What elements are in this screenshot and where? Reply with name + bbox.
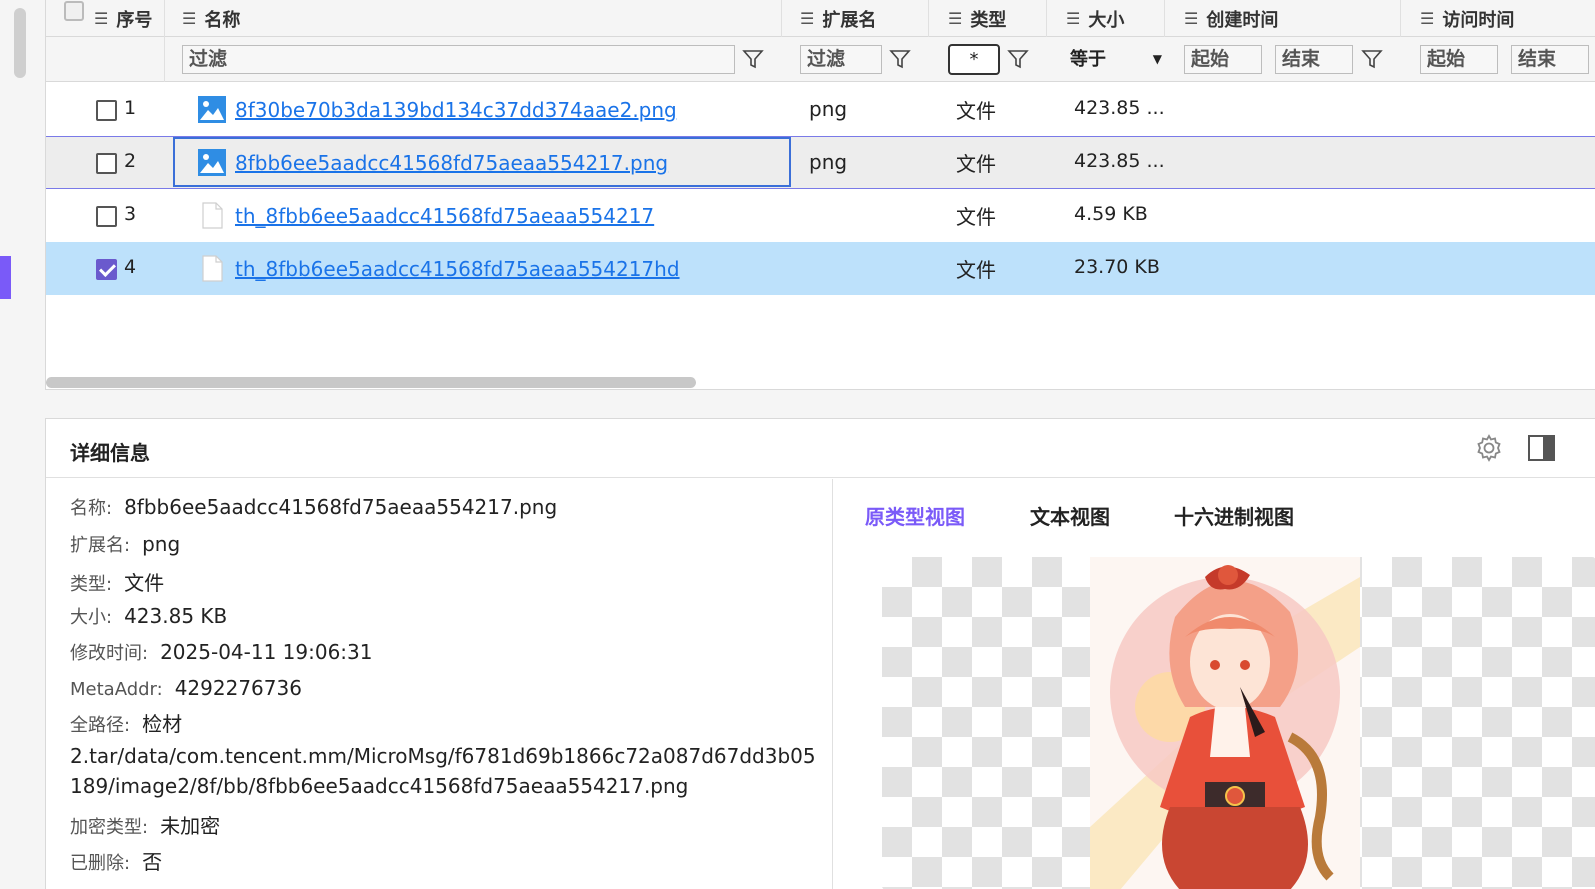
info-fullpath: 全路径: 检材 2.tar/data/com.tencent.mm/MicroMs… xyxy=(70,712,816,798)
left-scrollbar[interactable] xyxy=(14,8,26,78)
table-header: ☰ 序号 ☰ 名称 ☰ 扩展名 ☰ 类型 ☰ 大小 ☰ 创建时间 ☰ 访问时间 xyxy=(46,0,1595,37)
row-checkbox[interactable] xyxy=(96,100,117,121)
header-index[interactable]: ☰ 序号 xyxy=(94,0,152,37)
column-divider[interactable] xyxy=(781,0,782,37)
detail-panel: 详细信息 名称: 8fbb6ee5aadcc41568fd75aeaa554217… xyxy=(45,418,1595,889)
file-name-link[interactable]: th_8fbb6ee5aadcc41568fd75aeaa554217hd xyxy=(235,257,680,281)
size-operator-select[interactable]: 等于 ▼ xyxy=(1070,45,1162,74)
filter-funnel-icon[interactable] xyxy=(1361,48,1383,70)
filter-funnel-icon[interactable] xyxy=(889,48,911,70)
tab-text-view[interactable]: 文本视图 xyxy=(1030,501,1110,530)
image-preview xyxy=(882,557,1595,889)
tab-hex-view[interactable]: 十六进制视图 xyxy=(1174,501,1294,530)
detail-info: 名称: 8fbb6ee5aadcc41568fd75aeaa554217.png … xyxy=(46,479,833,889)
file-table: ☰ 序号 ☰ 名称 ☰ 扩展名 ☰ 类型 ☰ 大小 ☰ 创建时间 ☰ 访问时间 过滤 过滤 *… xyxy=(45,0,1595,390)
left-accent-marker xyxy=(0,256,11,299)
cell-type: 文件 xyxy=(956,99,996,123)
header-type[interactable]: ☰ 类型 xyxy=(948,0,1006,37)
cell-size: 423.85 ... xyxy=(1074,150,1165,172)
column-divider[interactable] xyxy=(1400,0,1401,37)
created-end-input[interactable]: 结束 xyxy=(1275,45,1353,74)
blank-file-icon xyxy=(202,255,223,282)
list-icon: ☰ xyxy=(948,9,963,28)
ext-filter-input[interactable]: 过滤 xyxy=(800,45,882,74)
info-ext: 扩展名: png xyxy=(70,532,181,556)
detail-title: 详细信息 xyxy=(70,441,150,465)
table-row[interactable]: 1 8f30be70b3da139bd134c37dd374aae2.png p… xyxy=(46,83,1595,136)
info-mtime: 修改时间: 2025-04-11 19:06:31 xyxy=(70,640,373,664)
tab-original-view[interactable]: 原类型视图 xyxy=(865,501,965,530)
select-all-checkbox[interactable] xyxy=(64,1,84,21)
row-index: 3 xyxy=(124,203,137,225)
cell-type: 文件 xyxy=(956,205,996,229)
list-icon: ☰ xyxy=(1420,9,1435,28)
info-metaaddr: MetaAddr: 4292276736 xyxy=(70,676,302,700)
row-checkbox[interactable] xyxy=(96,206,117,227)
column-divider[interactable] xyxy=(164,0,165,37)
accessed-start-input[interactable]: 起始 xyxy=(1420,45,1498,74)
row-checkbox[interactable] xyxy=(96,259,117,280)
horizontal-scrollbar[interactable] xyxy=(46,377,696,388)
cell-size: 4.59 KB xyxy=(1074,203,1148,225)
column-divider[interactable] xyxy=(1046,0,1047,37)
table-row[interactable]: 3 th_8fbb6ee5aadcc41568fd75aeaa554217 文件… xyxy=(46,189,1595,242)
name-filter-input[interactable]: 过滤 xyxy=(182,45,735,74)
info-type: 类型: 文件 xyxy=(70,571,165,595)
list-icon: ☰ xyxy=(1066,9,1081,28)
accessed-end-input[interactable]: 结束 xyxy=(1511,45,1589,74)
list-icon: ☰ xyxy=(94,9,109,28)
filter-funnel-icon[interactable] xyxy=(742,48,764,70)
list-icon: ☰ xyxy=(182,9,197,28)
header-accessed[interactable]: ☰ 访问时间 xyxy=(1420,0,1514,37)
list-icon: ☰ xyxy=(1184,9,1199,28)
filter-funnel-icon[interactable] xyxy=(1007,48,1029,70)
gear-icon[interactable] xyxy=(1474,433,1504,463)
cell-type: 文件 xyxy=(956,152,996,176)
cell-size: 423.85 ... xyxy=(1074,97,1165,119)
header-ext[interactable]: ☰ 扩展名 xyxy=(800,0,876,37)
file-name-link[interactable]: 8f30be70b3da139bd134c37dd374aae2.png xyxy=(235,98,677,122)
filter-row: 过滤 过滤 * 等于 ▼ 起始 结束 起始 结束 xyxy=(46,37,1595,82)
row-checkbox[interactable] xyxy=(96,153,117,174)
dropdown-arrow-icon: ▼ xyxy=(1152,52,1162,66)
list-icon: ☰ xyxy=(800,9,815,28)
column-divider[interactable] xyxy=(928,0,929,37)
cell-type: 文件 xyxy=(956,258,996,282)
detail-header: 详细信息 xyxy=(46,419,1595,478)
info-name: 名称: 8fbb6ee5aadcc41568fd75aeaa554217.png xyxy=(70,495,558,519)
cell-ext: png xyxy=(809,150,848,174)
file-name-link[interactable]: th_8fbb6ee5aadcc41568fd75aeaa554217 xyxy=(235,204,654,228)
anime-girl-image xyxy=(1090,557,1360,889)
info-deleted: 已删除: 否 xyxy=(70,850,163,874)
type-filter-input[interactable]: * xyxy=(948,44,1000,75)
left-strip xyxy=(0,0,44,889)
table-row[interactable]: 4 th_8fbb6ee5aadcc41568fd75aeaa554217hd … xyxy=(46,242,1595,295)
row-index: 4 xyxy=(124,256,137,278)
column-divider xyxy=(164,37,165,82)
row-index: 1 xyxy=(124,97,137,119)
info-size: 大小: 423.85 KB xyxy=(70,604,228,628)
header-created[interactable]: ☰ 创建时间 xyxy=(1184,0,1278,37)
column-divider[interactable] xyxy=(1164,0,1165,37)
image-file-icon xyxy=(198,149,226,176)
cell-ext: png xyxy=(809,97,848,121)
image-file-icon xyxy=(198,96,226,123)
file-name-link[interactable]: 8fbb6ee5aadcc41568fd75aeaa554217.png xyxy=(235,151,668,175)
panel-toggle-icon[interactable] xyxy=(1528,435,1555,461)
table-row[interactable]: 2 8fbb6ee5aadcc41568fd75aeaa554217.png p… xyxy=(46,136,1595,189)
cell-size: 23.70 KB xyxy=(1074,256,1160,278)
header-name[interactable]: ☰ 名称 xyxy=(182,0,240,37)
blank-file-icon xyxy=(202,202,223,229)
row-index: 2 xyxy=(124,150,137,172)
file-viewer: 原类型视图 文本视图 十六进制视图 xyxy=(834,479,1595,889)
header-size[interactable]: ☰ 大小 xyxy=(1066,0,1124,37)
info-encryption: 加密类型: 未加密 xyxy=(70,814,221,838)
created-start-input[interactable]: 起始 xyxy=(1184,45,1262,74)
